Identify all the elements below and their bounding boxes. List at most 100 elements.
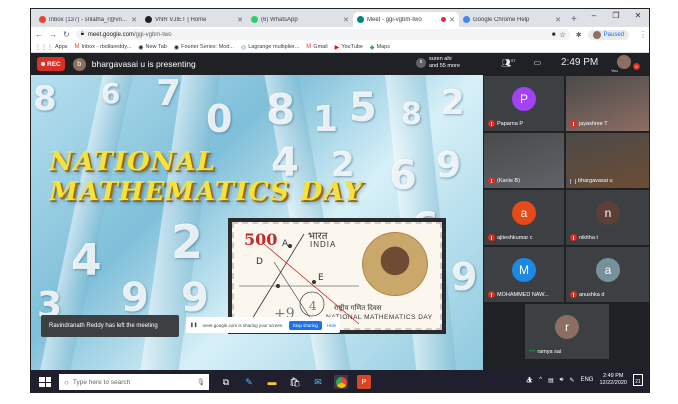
browser-tab[interactable]: Google Chrome Help ✕ xyxy=(459,12,565,27)
other-participants[interactable]: s suren ahi and 55 more xyxy=(416,56,460,69)
bookmark-item[interactable]: ◉ New Tab xyxy=(138,44,167,51)
star-icon[interactable]: ☆ xyxy=(559,31,565,39)
participant-tile[interactable]: (Kariie B) xyxy=(484,133,564,188)
participant-name: MOHAMMED NAW... xyxy=(488,291,549,298)
minimize-button[interactable]: – xyxy=(583,9,605,23)
back-icon[interactable]: ← xyxy=(35,30,43,39)
bookmark-item[interactable]: ◆ Maps xyxy=(370,44,390,51)
file-explorer-icon[interactable]: ▬ xyxy=(265,375,279,389)
volume-icon[interactable]: 🔊︎ xyxy=(560,377,564,384)
close-tab-icon[interactable]: ✕ xyxy=(449,16,455,24)
reload-icon[interactable]: ↻ xyxy=(63,30,70,39)
participant-avatar: a xyxy=(596,257,620,282)
stamp-english-bottom: NATIONAL MATHEMATICS DAY xyxy=(326,314,433,321)
others-line2: and 55 more xyxy=(429,62,460,69)
bookmark-icon: ◎ xyxy=(240,44,247,51)
paint-icon[interactable]: ✎ xyxy=(242,375,256,389)
tab-favicon-icon xyxy=(357,16,364,23)
participant-tile[interactable]: a ajiteshkumar c xyxy=(484,190,564,245)
powerpoint-icon[interactable]: P xyxy=(357,375,371,389)
system-tray: ⛹︎ ^ ▤ 🔊︎ ✎ ENG 2:49 PM 12/22/2020 21 xyxy=(526,373,643,387)
close-tab-icon[interactable]: ✕ xyxy=(555,16,561,24)
browser-tab[interactable]: Inbox (137) - srilatha_r@vnrvjiet.in ✕ xyxy=(35,12,141,27)
participant-tile[interactable]: r ••• ramya sai xyxy=(525,304,609,359)
pen-icon[interactable]: ✎ xyxy=(569,377,574,384)
close-tab-icon[interactable]: ✕ xyxy=(343,16,349,24)
notification-icon[interactable]: 21 xyxy=(633,374,643,386)
participant-name: ••• ramya sai xyxy=(529,349,562,355)
close-window-button[interactable]: ✕ xyxy=(627,9,649,23)
extensions-icon[interactable]: ✱ xyxy=(576,31,582,39)
mic-off-icon xyxy=(570,120,577,127)
maximize-button[interactable]: ❐ xyxy=(605,9,627,23)
bookmark-item[interactable]: ◉ Fourier Series: Mod... xyxy=(174,44,234,51)
decor-digit: 2 xyxy=(441,83,465,123)
participant-avatar: n xyxy=(596,200,620,225)
people-button[interactable]: 👥︎57 xyxy=(501,58,516,68)
stamp-hindi-bottom: राष्ट्रीय गणित दिवस xyxy=(334,305,382,312)
participant-tile[interactable]: P Paparna P xyxy=(484,76,564,131)
decor-digit: 8 xyxy=(266,85,296,134)
bookmark-item[interactable]: M Inbox - rbollareddy... xyxy=(75,44,132,50)
participant-tile[interactable]: bhargavasai u xyxy=(566,133,649,188)
bookmark-item[interactable]: M Gmail xyxy=(306,44,327,50)
participant-grid: P Paparna P jayashree T (Kariie B) bhargavas… xyxy=(483,75,649,370)
bookmark-label: YouTube xyxy=(341,44,363,50)
bookmark-label: Lagrange multiplier... xyxy=(248,44,300,50)
tab-favicon-icon xyxy=(145,16,152,23)
participant-name: nikitha t xyxy=(570,234,598,241)
profile-paused-button[interactable]: Paused xyxy=(587,29,629,40)
participant-tile[interactable]: M MOHAMMED NAW... xyxy=(484,247,564,302)
participant-avatar: r xyxy=(555,314,579,339)
mic-off-icon xyxy=(488,120,495,127)
network-icon[interactable]: ▤ xyxy=(548,377,554,384)
hide-button[interactable]: Hide xyxy=(327,323,336,328)
chat-icon[interactable]: ▭ xyxy=(534,58,542,68)
decor-digit: 6 xyxy=(101,77,121,110)
task-view-icon[interactable]: ⧉ xyxy=(219,375,233,389)
participant-name: jayashree T xyxy=(570,120,608,127)
chevron-up-icon[interactable]: ^ xyxy=(539,377,542,383)
bookmark-item[interactable]: ◎ Lagrange multiplier... xyxy=(241,44,299,51)
stop-sharing-button[interactable]: Stop sharing xyxy=(288,320,322,330)
self-view-avatar[interactable] xyxy=(617,55,631,69)
decor-digit: 8 xyxy=(33,79,57,119)
chrome-icon[interactable] xyxy=(334,375,348,389)
decor-digit: 9 xyxy=(436,145,462,186)
decor-digit: 6 xyxy=(389,153,417,199)
bookmark-item[interactable]: ⋮⋮⋮ Apps xyxy=(35,44,68,51)
store-icon[interactable]: 🛍︎ xyxy=(288,375,302,389)
participant-tile[interactable]: a anushka d xyxy=(566,247,649,302)
mail-icon[interactable]: ✉ xyxy=(311,375,325,389)
bookmark-icon: ▶ xyxy=(334,44,340,51)
windows-taskbar: ○ Type here to search 🎙︎ ⧉ ✎ ▬ 🛍︎ ✉ P ⛹︎… xyxy=(31,370,649,392)
menu-icon[interactable]: ⋮ xyxy=(639,30,647,39)
browser-tab[interactable]: VNR VJIET | Home ✕ xyxy=(141,12,247,27)
close-tab-icon[interactable]: ✕ xyxy=(131,16,137,24)
decor-digit: 2 xyxy=(171,215,204,269)
taskbar-clock[interactable]: 2:49 PM 12/22/2020 xyxy=(599,373,627,387)
tab-strip: Inbox (137) - srilatha_r@vnrvjiet.in ✕ V… xyxy=(31,9,649,27)
people-tray-icon[interactable]: ⛹︎ xyxy=(526,377,534,384)
new-tab-button[interactable]: + xyxy=(565,12,583,27)
mic-icon[interactable]: 🎙︎ xyxy=(197,378,205,386)
language-indicator[interactable]: ENG xyxy=(580,377,593,383)
bookmark-item[interactable]: ▶ YouTube xyxy=(335,44,363,51)
camera-icon[interactable]: ■ xyxy=(552,32,556,38)
taskbar-time: 2:49 PM xyxy=(602,373,624,379)
windows-start-icon[interactable] xyxy=(37,375,53,389)
taskbar-search-input[interactable]: ○ Type here to search 🎙︎ xyxy=(59,374,209,390)
participant-tile[interactable]: jayashree T xyxy=(566,76,649,131)
pause-icon: ❚❚ xyxy=(190,322,198,327)
browser-tab[interactable]: (6) WhatsApp ✕ xyxy=(247,12,353,27)
mic-off-icon xyxy=(488,291,495,298)
bookmark-icon: ◉ xyxy=(138,44,144,51)
bookmark-label: Gmail xyxy=(313,44,328,50)
shared-screen: 8 6 7 0 8 1 5 8 2 4 2 6 9 6 2 4 9 3 9 9 … xyxy=(31,75,483,370)
address-bar[interactable]: 🔒︎ meet.google.com/ggi-vgbm-two ■ ☆ xyxy=(75,29,570,40)
participant-tile[interactable]: n nikitha t xyxy=(566,190,649,245)
bookmark-label: Maps xyxy=(376,44,390,50)
close-tab-icon[interactable]: ✕ xyxy=(237,16,243,24)
forward-icon[interactable]: → xyxy=(49,30,57,39)
browser-tab[interactable]: Meet - ggi-vgbm-two ✕ xyxy=(353,12,459,27)
